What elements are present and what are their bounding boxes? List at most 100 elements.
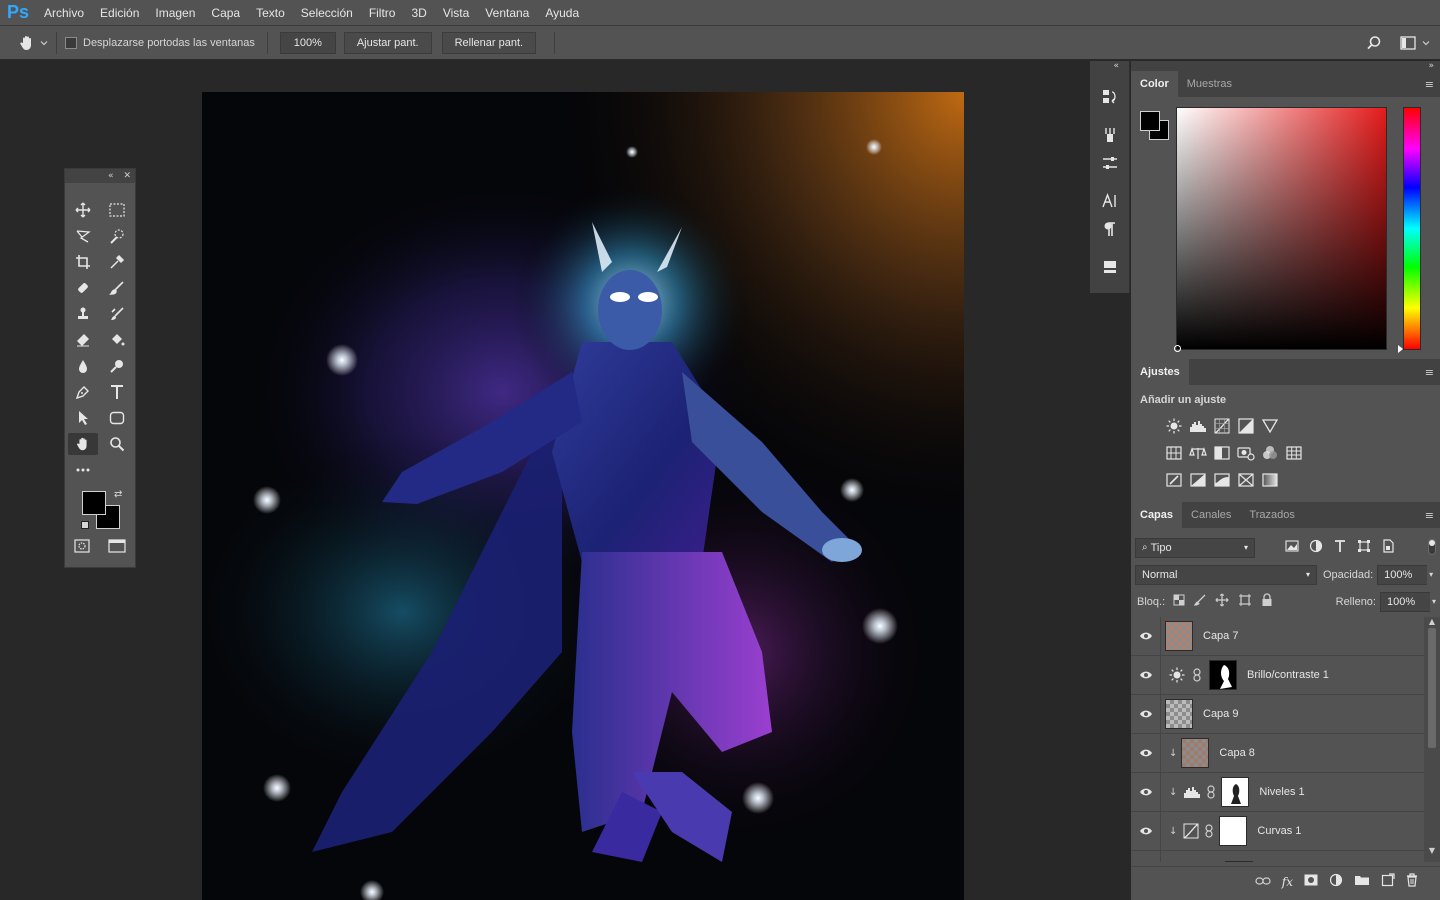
hand-tool-icon[interactable] [68, 433, 98, 455]
filter-toggle-switch[interactable] [1428, 539, 1436, 555]
visibility-eye-icon[interactable] [1131, 733, 1161, 773]
layer-filter-dropdown[interactable]: ⌕ Tipo ▾ [1135, 537, 1255, 558]
new-layer-icon[interactable] [1381, 873, 1395, 890]
menu-item-texto[interactable]: Texto [248, 0, 293, 26]
dodge-tool-icon[interactable] [102, 355, 132, 377]
menu-item-vista[interactable]: Vista [435, 0, 477, 26]
filter-pixel-layer-icon[interactable] [1285, 540, 1299, 555]
filter-type-layer-icon[interactable] [1333, 539, 1347, 556]
pen-tool-icon[interactable] [68, 381, 98, 403]
layer-mask-thumbnail[interactable] [1221, 777, 1250, 807]
link-chain-icon[interactable] [1207, 785, 1215, 799]
menu-item-3d[interactable]: 3D [403, 0, 434, 26]
menu-item-ayuda[interactable]: Ayuda [537, 0, 587, 26]
layer-row-curvas-1[interactable]: ↓ Curvas 1 [1131, 811, 1424, 851]
foreground-color-swatch[interactable] [82, 491, 106, 515]
delete-layer-icon[interactable] [1406, 873, 1418, 890]
menu-item-ventana[interactable]: Ventana [477, 0, 537, 26]
zoom-value-field[interactable]: 100% [279, 31, 336, 54]
threshold-icon[interactable] [1213, 471, 1231, 489]
levels-icon[interactable] [1189, 417, 1207, 435]
layer-name[interactable]: Capa 9 [1203, 708, 1238, 720]
exposure-icon[interactable] [1237, 417, 1255, 435]
panel-menu-icon[interactable]: ≡ [1425, 366, 1434, 379]
panel-menu-icon[interactable]: ≡ [1425, 78, 1434, 91]
layer-row-niveles-1[interactable]: ↓ Niveles 1 [1131, 772, 1424, 812]
quick-selection-tool-icon[interactable] [102, 225, 132, 247]
channel-mixer-icon[interactable] [1261, 444, 1279, 462]
scroll-all-windows-checkbox[interactable] [65, 36, 77, 49]
workspace-switcher-icon[interactable] [1400, 35, 1430, 50]
layer-row-brillo-contraste-1[interactable]: Brillo/contraste 1 [1131, 655, 1424, 695]
invert-icon[interactable] [1165, 471, 1183, 489]
brush-tool-icon[interactable] [102, 277, 132, 299]
lock-transparency-icon[interactable] [1173, 594, 1185, 609]
link-chain-icon[interactable] [1193, 668, 1201, 682]
lock-all-icon[interactable] [1261, 593, 1273, 610]
posterize-icon[interactable] [1189, 471, 1207, 489]
lock-position-icon[interactable] [1215, 593, 1229, 610]
menu-item-edicion[interactable]: Edición [92, 0, 147, 26]
visibility-eye-icon[interactable] [1131, 772, 1161, 812]
menu-item-seleccion[interactable]: Selección [293, 0, 361, 26]
collapse-strip-icon[interactable]: « [1090, 61, 1129, 73]
hue-saturation-icon[interactable] [1165, 444, 1183, 462]
blur-tool-icon[interactable] [68, 355, 98, 377]
chevron-down-icon[interactable]: ▾ [1432, 597, 1436, 606]
hand-tool-preset-icon[interactable] [18, 34, 48, 52]
eraser-tool-icon[interactable] [68, 329, 98, 351]
tools-panel-header[interactable]: « ✕ [65, 169, 135, 183]
new-group-folder-icon[interactable] [1354, 874, 1370, 889]
marquee-tool-icon[interactable] [102, 199, 132, 221]
layer-name[interactable]: Curvas 1 [1257, 825, 1301, 837]
menu-item-imagen[interactable]: Imagen [147, 0, 203, 26]
layer-name[interactable]: Capa 8 [1219, 747, 1254, 759]
panel-menu-icon[interactable]: ≡ [1425, 509, 1434, 522]
color-lookup-icon[interactable] [1285, 444, 1303, 462]
default-colors-icon[interactable] [81, 521, 89, 529]
layer-name[interactable]: Capa 7 [1203, 630, 1238, 642]
new-adjustment-layer-icon[interactable] [1329, 873, 1343, 890]
layer-row-partial[interactable] [1131, 850, 1424, 862]
more-tools-icon[interactable] [68, 459, 98, 481]
tab-muestras[interactable]: Muestras [1178, 71, 1241, 97]
screen-mode-icon[interactable] [108, 539, 126, 556]
layer-name[interactable]: Brillo/contraste 1 [1247, 669, 1329, 681]
scroll-down-icon[interactable]: ▼ [1424, 846, 1440, 855]
link-chain-icon[interactable] [1205, 824, 1213, 838]
opacity-field[interactable]: 100% [1377, 564, 1428, 585]
hue-slider[interactable] [1398, 107, 1421, 353]
tab-trazados[interactable]: Trazados [1240, 502, 1303, 528]
document-canvas[interactable] [202, 92, 964, 900]
tab-capas[interactable]: Capas [1131, 502, 1183, 528]
lock-pixels-icon[interactable] [1193, 594, 1206, 609]
tab-ajustes[interactable]: Ajustes [1131, 359, 1189, 385]
add-mask-icon[interactable] [1304, 874, 1318, 889]
3d-panel-icon[interactable] [1090, 253, 1130, 281]
filter-shape-layer-icon[interactable] [1357, 539, 1371, 556]
swap-colors-icon[interactable]: ⇄ [114, 489, 122, 500]
properties-panel-icon[interactable] [1090, 149, 1130, 177]
crop-tool-icon[interactable] [68, 251, 98, 273]
fill-field[interactable]: 100% [1379, 591, 1430, 612]
fill-screen-button[interactable]: Rellenar pant. [441, 31, 537, 54]
lasso-tool-icon[interactable] [68, 225, 98, 247]
photoshop-logo[interactable]: Ps [0, 0, 36, 26]
fit-screen-button[interactable]: Ajustar pant. [343, 31, 432, 54]
type-tool-icon[interactable] [102, 381, 132, 403]
selective-color-icon[interactable] [1237, 471, 1255, 489]
paragraph-panel-icon[interactable] [1090, 215, 1130, 243]
scroll-up-icon[interactable]: ▲ [1424, 617, 1440, 626]
visibility-eye-icon[interactable] [1131, 655, 1161, 695]
color-picker-field[interactable] [1174, 107, 1387, 352]
zoom-tool-icon[interactable] [102, 433, 132, 455]
menu-item-capa[interactable]: Capa [203, 0, 248, 26]
tab-canales[interactable]: Canales [1182, 502, 1240, 528]
visibility-eye-icon[interactable] [1131, 694, 1161, 734]
tab-color[interactable]: Color [1131, 71, 1178, 97]
layer-name[interactable]: Niveles 1 [1259, 786, 1304, 798]
history-brush-tool-icon[interactable] [102, 303, 132, 325]
quick-mask-icon[interactable] [74, 539, 90, 556]
fx-icon[interactable]: fx [1282, 875, 1293, 889]
visibility-eye-icon[interactable] [1131, 850, 1161, 862]
